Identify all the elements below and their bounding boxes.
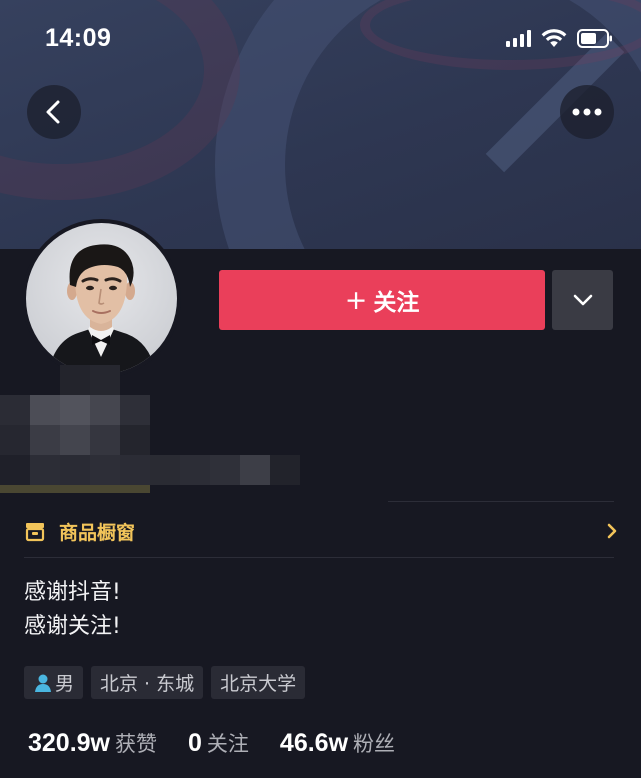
- follow-label: 关注: [373, 290, 420, 316]
- wifi-icon: [541, 28, 567, 48]
- pixelated-username: [0, 365, 320, 525]
- stat-likes-label: 获赞: [115, 732, 158, 756]
- shop-window-label: 商品橱窗: [59, 521, 136, 544]
- chevron-down-icon: [573, 294, 592, 306]
- tag-location-label: 北京 · 东城: [100, 673, 195, 695]
- back-button[interactable]: [27, 85, 81, 139]
- shop-icon: [25, 523, 45, 542]
- profile-stats: 320.9w 获赞 0 关注 46.6w 粉丝: [28, 728, 426, 758]
- chevron-left-icon: [46, 100, 60, 124]
- chevron-right-icon: [607, 523, 617, 539]
- tag-school: 北京大学: [211, 666, 306, 699]
- status-icons: [506, 28, 613, 48]
- male-person-icon: [35, 674, 51, 692]
- plus-icon: +: [344, 284, 368, 316]
- profile-tags: 男 北京 · 东城 北京大学: [24, 666, 306, 699]
- divider: [388, 501, 614, 502]
- stat-following[interactable]: 0 关注: [188, 728, 249, 758]
- stat-likes[interactable]: 320.9w 获赞: [28, 728, 157, 758]
- tag-school-label: 北京大学: [220, 673, 297, 695]
- avatar[interactable]: [22, 219, 181, 378]
- tag-gender-label: 男: [55, 673, 75, 695]
- battery-icon: [577, 28, 613, 48]
- stat-followers-label: 粉丝: [353, 732, 396, 756]
- stat-following-label: 关注: [206, 732, 249, 756]
- status-time: 14:09: [45, 24, 112, 52]
- profile-bio: 感谢抖音! 感谢关注!: [24, 576, 121, 644]
- avatar-photo: [26, 223, 177, 374]
- stat-following-value: 0: [188, 729, 202, 757]
- shop-window-row[interactable]: 商品橱窗: [24, 514, 618, 548]
- divider: [24, 557, 614, 558]
- follow-button[interactable]: + 关注: [219, 270, 545, 330]
- bio-line: 感谢抖音!: [24, 580, 121, 605]
- recommend-dropdown-button[interactable]: [552, 270, 613, 330]
- more-options-button[interactable]: [560, 85, 614, 139]
- stat-followers-value: 46.6w: [279, 729, 349, 757]
- tag-gender: 男: [24, 666, 84, 699]
- tag-location: 北京 · 东城: [91, 666, 204, 699]
- bio-line: 感谢关注!: [24, 614, 121, 639]
- more-horizontal-icon: [572, 108, 602, 116]
- signal-icon: [506, 29, 531, 47]
- stat-followers[interactable]: 46.6w 粉丝: [280, 728, 395, 758]
- stat-likes-value: 320.9w: [28, 729, 111, 757]
